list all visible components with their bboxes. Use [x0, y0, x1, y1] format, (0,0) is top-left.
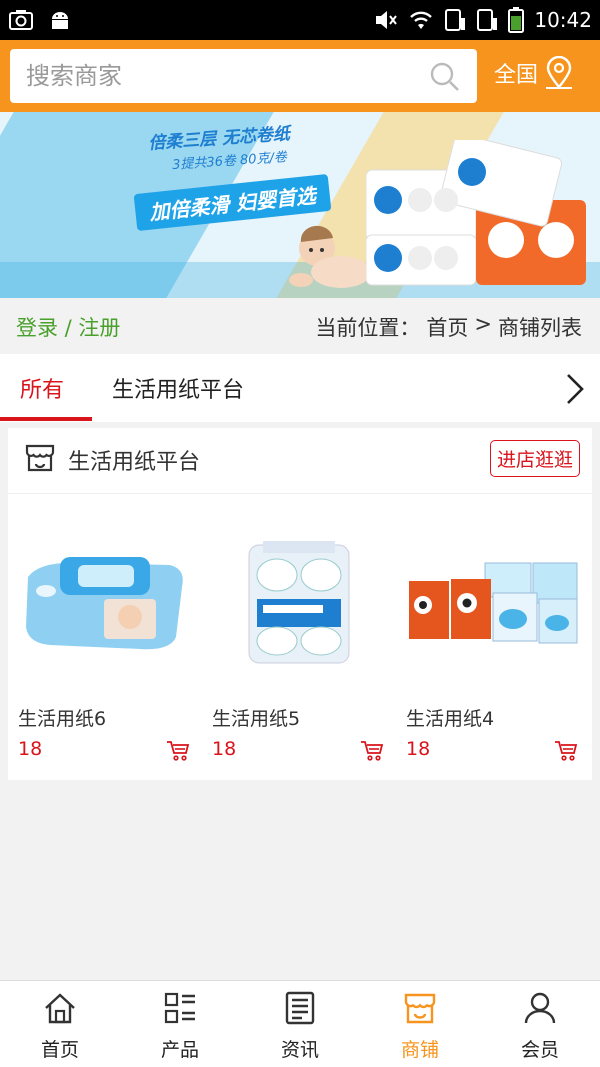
kitchen-towel-image — [248, 541, 350, 664]
chevron-right-icon[interactable] — [564, 372, 586, 406]
breadcrumb-separator: > — [474, 312, 492, 336]
breadcrumb: 当前位置： 首页 > 商铺列表 — [315, 312, 582, 342]
nav-news-label: 资讯 — [280, 1039, 319, 1061]
tissue-products-image — [366, 140, 586, 286]
breadcrumb-home[interactable]: 首页 — [426, 312, 468, 342]
nav-news[interactable]: 资讯 — [240, 991, 360, 1062]
nav-member-label: 会员 — [520, 1039, 559, 1061]
search-box[interactable] — [10, 49, 477, 103]
product-name[interactable]: 生活用纸6 — [12, 704, 198, 731]
search-icon[interactable] — [429, 61, 461, 93]
product-image[interactable] — [400, 512, 586, 692]
header: 全国 — [0, 40, 600, 112]
nav-shops-label: 商铺 — [400, 1039, 439, 1061]
cart-icon[interactable] — [166, 738, 190, 762]
location-pin-icon — [546, 56, 573, 89]
mute-icon — [376, 11, 398, 29]
nav-home-label: 首页 — [40, 1039, 79, 1061]
clock: 10:42 — [534, 8, 592, 32]
shop-name[interactable]: 生活用纸平台 — [68, 444, 200, 476]
wifi-icon — [410, 11, 433, 29]
product-image[interactable] — [12, 512, 198, 692]
product-price: 18 — [212, 738, 237, 760]
sim1-icon — [445, 9, 466, 31]
bottom-nav: 首页 产品 资讯 商铺 会员 — [0, 980, 600, 1067]
promo-banner[interactable]: 倍柔三层 无芯卷纸 3提共36卷 80克/卷 加倍柔滑 妇婴首选 — [0, 112, 600, 298]
shop-icon — [404, 993, 436, 1024]
nav-shops[interactable]: 商铺 — [360, 991, 480, 1062]
shop-header: 生活用纸平台 进店逛逛 — [8, 428, 592, 494]
product-price: 18 — [406, 738, 431, 760]
nav-products[interactable]: 产品 — [120, 991, 240, 1062]
tab-tissue-platform[interactable]: 生活用纸平台 — [112, 372, 244, 404]
battery-icon — [508, 7, 525, 33]
product-name[interactable]: 生活用纸5 — [206, 704, 392, 731]
pocket-tissues-image — [409, 562, 578, 644]
active-tab-indicator — [0, 417, 92, 421]
breadcrumb-current: 商铺列表 — [498, 316, 582, 340]
home-icon — [45, 993, 75, 1024]
breadcrumb-bar: 登录 / 注册 当前位置： 首页 > 商铺列表 — [0, 298, 600, 354]
baby-image — [289, 225, 371, 288]
search-input[interactable] — [26, 57, 426, 95]
product-item[interactable]: 生活用纸5 18 — [206, 512, 392, 761]
shop-card: 生活用纸平台 进店逛逛 生活用纸6 18 生活用纸5 18 生活用纸4 18 — [8, 428, 592, 780]
product-item[interactable]: 生活用纸4 18 — [400, 512, 586, 761]
breadcrumb-label: 当前位置： — [315, 316, 421, 340]
cart-icon[interactable] — [360, 738, 384, 762]
product-price: 18 — [18, 738, 43, 760]
store-icon — [25, 444, 55, 472]
status-bar: 10:42 — [0, 0, 600, 40]
screenshot-icon — [9, 10, 33, 30]
wet-wipes-image — [26, 557, 183, 650]
nav-member[interactable]: 会员 — [480, 991, 600, 1062]
grid-list-icon — [164, 992, 195, 1024]
nav-products-label: 产品 — [160, 1039, 199, 1061]
product-list: 生活用纸6 18 生活用纸5 18 生活用纸4 18 — [8, 494, 592, 780]
android-icon — [52, 12, 68, 29]
region-selector[interactable]: 全国 — [494, 56, 574, 90]
product-name[interactable]: 生活用纸4 — [400, 704, 586, 731]
category-tabs: 所有 生活用纸平台 — [0, 354, 600, 422]
login-register-link[interactable]: 登录 / 注册 — [16, 312, 120, 342]
region-label: 全国 — [494, 63, 539, 88]
visit-shop-button[interactable]: 进店逛逛 — [489, 440, 580, 477]
news-icon — [285, 991, 315, 1025]
sim2-icon — [477, 9, 498, 31]
product-image[interactable] — [206, 512, 392, 692]
tab-all[interactable]: 所有 — [20, 372, 64, 404]
product-item[interactable]: 生活用纸6 18 — [12, 512, 198, 761]
cart-icon[interactable] — [554, 738, 578, 762]
user-icon — [524, 992, 556, 1024]
nav-home[interactable]: 首页 — [0, 991, 120, 1062]
